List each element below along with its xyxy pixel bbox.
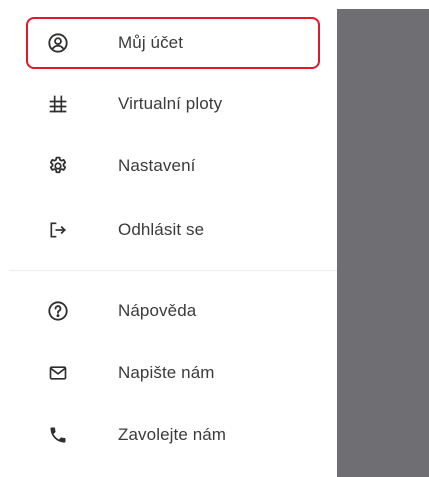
menu-item-label: Odhlásit se: [118, 220, 205, 239]
help-icon: [46, 299, 70, 323]
menu-item-my-account[interactable]: Můj účet: [26, 17, 320, 69]
menu-item-logout[interactable]: Odhlásit se: [26, 204, 320, 256]
menu-item-label: Nastavení: [118, 156, 196, 175]
logout-icon: [46, 218, 70, 242]
menu-item-call-us[interactable]: Zavolejte nám: [26, 409, 320, 461]
menu-item-label: Virtualní ploty: [118, 94, 223, 113]
menu-item-label: Zavolejte nám: [118, 425, 227, 444]
grid-fence-icon: [46, 92, 70, 116]
gear-icon: [46, 154, 70, 178]
account-circle-icon: [46, 31, 70, 55]
app-screen: Můj účet Virtualní ploty Nastavení Odhlá…: [0, 0, 429, 477]
menu-item-label: Můj účet: [118, 33, 184, 52]
menu-item-help[interactable]: Nápověda: [26, 285, 320, 337]
menu-divider: [9, 270, 337, 271]
menu-item-settings[interactable]: Nastavení: [26, 140, 320, 192]
navigation-drawer: Můj účet Virtualní ploty Nastavení Odhlá…: [0, 0, 337, 477]
menu-item-label: Napište nám: [118, 363, 215, 382]
menu-item-label: Nápověda: [118, 301, 197, 320]
menu-item-write-us[interactable]: Napište nám: [26, 347, 320, 399]
scrim-overlay[interactable]: [337, 9, 429, 477]
mail-icon: [46, 361, 70, 385]
phone-icon: [46, 423, 70, 447]
menu-item-virtual-fences[interactable]: Virtualní ploty: [26, 78, 320, 130]
